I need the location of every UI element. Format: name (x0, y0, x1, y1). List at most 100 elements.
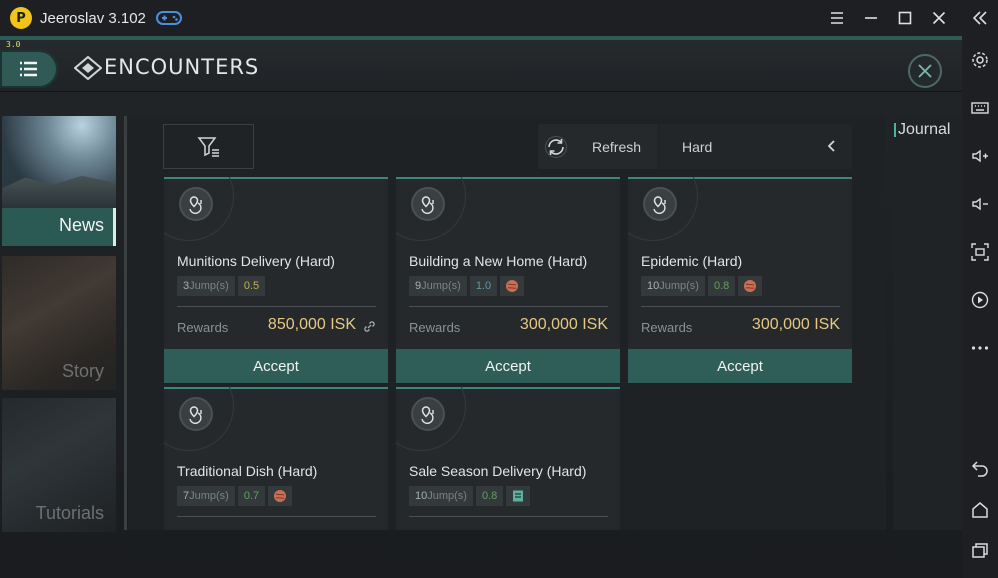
chevron-left-icon[interactable] (824, 138, 838, 154)
app-root: P Jeeroslav 3.102 ENCOUNTERS 3.0 News St… (0, 0, 998, 578)
security-tag: 0.8 (475, 486, 504, 506)
refresh-icon (545, 135, 567, 158)
card-title: Epidemic (Hard) (641, 253, 743, 269)
close-icon[interactable] (922, 0, 956, 36)
encounter-card[interactable]: Sale Season Delivery (Hard) 10Jump(s) 0.… (396, 387, 620, 530)
rewards-label: Rewards (177, 320, 229, 335)
jumps-tag: 9Jump(s) (409, 276, 467, 296)
close-encounters-button[interactable] (908, 54, 942, 88)
journal-panel[interactable]: Journal (893, 116, 962, 530)
accept-button[interactable]: Accept (164, 349, 388, 383)
filter-button[interactable] (163, 124, 254, 169)
jumps-value: 10 (415, 490, 428, 502)
category-tutorials[interactable]: Tutorials (2, 398, 116, 532)
encounter-card[interactable]: Epidemic (Hard) 10Jump(s) 0.8 Rewards 30… (628, 177, 852, 383)
keyboard-icon[interactable] (968, 96, 992, 120)
planet-icon (274, 490, 287, 502)
accept-button[interactable]: Accept (628, 349, 852, 383)
card-divider (409, 516, 608, 517)
jumps-tag: 3Jump(s) (177, 276, 235, 296)
jumps-tag: 7Jump(s) (177, 486, 235, 506)
location-pin-icon (189, 196, 202, 214)
security-tag: 0.5 (237, 276, 266, 296)
planet-tag (738, 276, 763, 296)
volume-up-icon[interactable] (968, 144, 992, 168)
location-pin-icon (421, 196, 434, 214)
location-badge (411, 397, 445, 431)
link-icon[interactable] (363, 320, 376, 333)
card-tags: 10Jump(s) 0.8 (641, 276, 763, 296)
planet-icon (506, 280, 519, 292)
encounter-card[interactable]: Munitions Delivery (Hard) 3Jump(s) 0.5 R… (164, 177, 388, 383)
rewards-label: Rewards (641, 320, 693, 335)
category-story[interactable]: Story (2, 256, 116, 390)
encounter-card[interactable]: Traditional Dish (Hard) 7Jump(s) 0.7 (164, 387, 388, 530)
location-badge (643, 187, 677, 221)
close-icon (918, 64, 932, 78)
planet-tag (268, 486, 293, 506)
planet-icon (744, 280, 757, 292)
gamepad-icon[interactable] (155, 10, 182, 26)
jumps-tag: 10Jump(s) (409, 486, 473, 506)
card-divider (177, 306, 376, 307)
difficulty-selector[interactable]: Hard (659, 124, 852, 169)
encounters-logo-icon (74, 56, 102, 80)
record-icon[interactable] (968, 288, 992, 312)
card-title: Traditional Dish (Hard) (177, 463, 318, 479)
menu-icon[interactable] (820, 0, 854, 36)
home-icon[interactable] (968, 498, 992, 522)
refresh-label: Refresh (592, 138, 642, 155)
cargo-icon (513, 490, 524, 502)
rail-divider (124, 116, 127, 530)
window-title: Jeeroslav 3.102 (40, 9, 146, 27)
card-tags: 7Jump(s) 0.7 (177, 486, 293, 506)
main-menu-button[interactable] (0, 50, 58, 88)
location-pin-icon (421, 406, 434, 424)
journal-indicator (894, 123, 896, 137)
jumps-suffix: Jump(s) (189, 280, 229, 292)
jumps-suffix: Jump(s) (189, 490, 229, 502)
settings-icon[interactable] (968, 48, 992, 72)
accept-button[interactable]: Accept (396, 349, 620, 383)
cargo-tag (506, 486, 531, 506)
category-label: News (58, 215, 104, 235)
more-icon[interactable] (968, 336, 992, 360)
location-pin-icon (653, 196, 666, 214)
category-label: Story (61, 361, 104, 381)
card-title: Munitions Delivery (Hard) (177, 253, 335, 269)
screenshot-icon[interactable] (968, 240, 992, 264)
location-badge (179, 187, 213, 221)
security-tag: 1.0 (469, 276, 498, 296)
card-tags: 10Jump(s) 0.8 (409, 486, 531, 506)
minimize-icon[interactable] (854, 0, 888, 36)
recents-icon[interactable] (968, 538, 992, 562)
maximize-icon[interactable] (888, 0, 922, 36)
reward-value: 300,000 ISK (751, 316, 840, 333)
jumps-suffix: Jump(s) (659, 280, 699, 292)
hamburger-icon (20, 61, 37, 77)
encounters-panel: Refresh Hard Munitions Delivery (Hard) 3… (128, 116, 886, 530)
rewards-label: Rewards (409, 320, 461, 335)
category-news[interactable]: News (2, 116, 116, 246)
reward-value: 850,000 ISK (267, 316, 356, 333)
volume-down-icon[interactable] (968, 192, 992, 216)
card-title: Building a New Home (Hard) (409, 253, 588, 269)
card-divider (641, 306, 840, 307)
reward-value: 300,000 ISK (519, 316, 608, 333)
jumps-value: 10 (647, 280, 660, 292)
card-title: Sale Season Delivery (Hard) (409, 463, 587, 479)
collapse-icon[interactable] (968, 6, 992, 30)
jumps-tag: 10Jump(s) (641, 276, 705, 296)
encounter-card[interactable]: Building a New Home (Hard) 9Jump(s) 1.0 … (396, 177, 620, 383)
window-titlebar: P Jeeroslav 3.102 (0, 0, 962, 36)
card-divider (177, 516, 376, 517)
back-icon[interactable] (968, 456, 992, 480)
refresh-button[interactable]: Refresh (538, 124, 658, 169)
difficulty-label: Hard (682, 138, 713, 155)
location-pin-icon (189, 406, 202, 424)
planet-tag (500, 276, 525, 296)
jumps-suffix: Jump(s) (421, 280, 461, 292)
category-rail: News Story Tutorials (0, 116, 120, 532)
card-divider (409, 306, 608, 307)
selected-indicator (113, 208, 116, 246)
